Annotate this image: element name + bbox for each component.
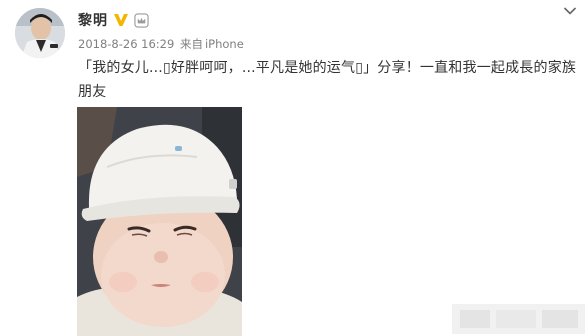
author-row: 黎明 <box>78 9 149 31</box>
avatar[interactable] <box>15 8 65 58</box>
verified-v-badge-icon <box>114 14 128 26</box>
post-time[interactable]: 2018-8-26 16:29 <box>78 37 174 51</box>
avatar-image <box>15 8 65 58</box>
baby-photo-image <box>77 107 242 336</box>
post-text: 「我的女儿...▯好胖呵呵，...平凡是她的运气▯」分享！一直和我一起成長的家族… <box>78 60 577 100</box>
member-crown-icon[interactable] <box>134 12 149 28</box>
chevron-down-icon[interactable] <box>563 6 577 16</box>
post-photo[interactable] <box>77 107 242 336</box>
author-name[interactable]: 黎明 <box>78 10 108 30</box>
source-prefix: 来自 <box>179 37 203 51</box>
watermark-logo <box>452 304 585 334</box>
post-source[interactable]: iPhone <box>205 37 244 51</box>
post-meta: 2018-8-26 16:29 来自 iPhone <box>78 36 246 52</box>
